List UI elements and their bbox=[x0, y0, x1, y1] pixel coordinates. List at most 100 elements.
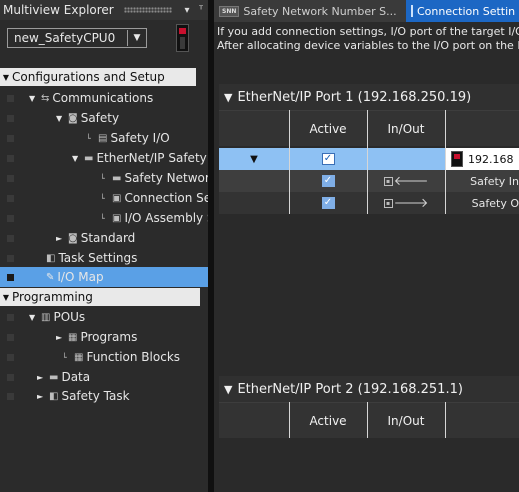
active-cell[interactable]: ✓ bbox=[289, 148, 367, 170]
row-gutter bbox=[7, 353, 14, 361]
row-gutter bbox=[7, 94, 14, 102]
tree-item-safety-network-number[interactable]: └ ▬ Safety Network N bbox=[0, 168, 208, 188]
name-cell[interactable]: Safety In bbox=[445, 170, 519, 192]
column-header-inout[interactable]: In/Out bbox=[367, 111, 445, 147]
snn-icon: SNN bbox=[219, 5, 240, 17]
tree-item-safety-io[interactable]: └ ▤ Safety I/O bbox=[0, 128, 208, 148]
row-gutter bbox=[7, 114, 14, 122]
row-gutter bbox=[7, 313, 14, 321]
tree-item-label: Standard bbox=[80, 231, 136, 245]
tab-connection-settings[interactable]: Connection Settin bbox=[406, 0, 519, 22]
section-configurations[interactable]: ▼ Configurations and Setup bbox=[0, 68, 196, 86]
inout-cell bbox=[367, 148, 445, 170]
name-cell[interactable]: Safety O bbox=[445, 192, 519, 214]
row-gutter bbox=[7, 333, 14, 341]
device-select[interactable]: new_SafetyCPU0 ▼ bbox=[7, 28, 147, 48]
port2-header[interactable]: ▼ EtherNet/IP Port 2 (192.168.251.1) bbox=[219, 376, 519, 402]
row-expander-icon[interactable]: ▼ bbox=[219, 148, 289, 170]
tree-item-ethernet-ip-safety[interactable]: ▼ ▬ EtherNet/IP Safety Co bbox=[0, 148, 208, 168]
row-gutter bbox=[7, 174, 14, 182]
row-gutter bbox=[7, 154, 14, 162]
active-cell[interactable]: ✓ bbox=[289, 170, 367, 192]
tree-item-label: Data bbox=[61, 370, 91, 384]
io-map-icon: ✎ bbox=[46, 271, 55, 283]
column-header-inout[interactable]: In/Out bbox=[367, 403, 445, 439]
active-checkbox[interactable]: ✓ bbox=[321, 153, 335, 165]
tree-item-label: Safety Task bbox=[61, 389, 130, 403]
active-cell[interactable]: ✓ bbox=[289, 192, 367, 214]
collapse-arrow-icon[interactable]: ▼ bbox=[224, 383, 232, 396]
tree-branch-glyph: └ bbox=[86, 133, 91, 143]
tree-item-label: POUs bbox=[53, 310, 86, 324]
tree-branch-glyph: └ bbox=[100, 193, 105, 203]
tree-item-pous[interactable]: ▼ ▥ POUs bbox=[0, 307, 208, 327]
tree-item-safety[interactable]: ▼ ◙ Safety bbox=[0, 108, 208, 128]
connection-icon bbox=[411, 5, 413, 17]
tree-item-label: Safety I/O bbox=[110, 131, 170, 145]
assembly-icon: ▣ bbox=[112, 212, 122, 224]
expand-arrow-icon[interactable]: ► bbox=[56, 333, 65, 342]
tree-item-data[interactable]: ► ▬ Data bbox=[0, 367, 208, 387]
tree-item-safety-task[interactable]: ► ◧ Safety Task bbox=[0, 386, 208, 406]
tree-item-label: Communications bbox=[52, 91, 154, 105]
port1-header[interactable]: ▼ EtherNet/IP Port 1 (192.168.250.19) bbox=[219, 84, 519, 110]
network-icon: ▬ bbox=[112, 172, 122, 184]
explorer-title-bar: Multiview Explorer ▾ ᵀ bbox=[0, 0, 208, 20]
grid-line bbox=[289, 110, 290, 214]
tree-item-label: I/O Map bbox=[57, 270, 104, 284]
table-row[interactable]: ✓ ▪ 🡐 Safety In bbox=[219, 170, 519, 192]
expand-arrow-icon[interactable]: ▼ bbox=[72, 154, 81, 163]
collapse-arrow-icon[interactable]: ▼ bbox=[224, 91, 232, 104]
editor-tab-strip: SNN Safety Network Number S... Connectio… bbox=[214, 0, 519, 22]
collapse-arrow-icon[interactable]: ▼ bbox=[0, 293, 12, 302]
tree-item-connection-settings[interactable]: └ ▣ Connection Settin bbox=[0, 188, 208, 208]
inout-cell: ▪ 🡒 bbox=[367, 192, 445, 214]
column-header-active[interactable]: Active bbox=[289, 403, 367, 439]
section-programming[interactable]: ▼ Programming bbox=[0, 288, 200, 306]
tab-safety-network-number[interactable]: SNN Safety Network Number S... bbox=[214, 0, 406, 22]
section-configurations-label: Configurations and Setup bbox=[12, 70, 165, 84]
port1-title: EtherNet/IP Port 1 (192.168.250.19) bbox=[237, 89, 472, 105]
expand-arrow-icon[interactable]: ► bbox=[56, 234, 65, 243]
section-programming-label: Programming bbox=[12, 290, 93, 304]
column-header-active[interactable]: Active bbox=[289, 111, 367, 147]
pin-icon[interactable]: ᵀ bbox=[194, 5, 208, 16]
expand-arrow-icon[interactable]: ► bbox=[37, 392, 46, 401]
tree-branch-glyph: └ bbox=[62, 352, 67, 362]
table-row[interactable]: ▼ ✓ 192.168 bbox=[219, 148, 519, 170]
chevron-down-icon[interactable]: ▼ bbox=[128, 33, 146, 43]
ethernet-ip-icon: ▬ bbox=[84, 152, 94, 164]
tree-item-communications[interactable]: ▼ ⇆ Communications bbox=[0, 88, 208, 108]
safety-icon: ◙ bbox=[68, 112, 78, 124]
tree-item-io-assembly[interactable]: └ ▣ I/O Assembly Set bbox=[0, 208, 208, 228]
tree-item-standard[interactable]: ► ◙ Standard bbox=[0, 228, 208, 248]
active-checkbox[interactable]: ✓ bbox=[321, 197, 335, 209]
expand-arrow-icon[interactable]: ▼ bbox=[56, 114, 65, 123]
expand-arrow-icon[interactable]: ▼ bbox=[29, 313, 38, 322]
tree-item-io-map[interactable]: ✎ I/O Map bbox=[0, 267, 208, 287]
row-gutter bbox=[7, 134, 14, 142]
tree-item-function-blocks[interactable]: └ ▦ Function Blocks bbox=[0, 347, 208, 367]
programs-icon: ▦ bbox=[68, 331, 78, 343]
inout-cell: ▪ 🡐 bbox=[367, 170, 445, 192]
tree-item-task-settings[interactable]: ◧ Task Settings bbox=[0, 248, 208, 268]
explorer-drag-grip[interactable] bbox=[123, 7, 172, 13]
tree-item-label: Connection Settin bbox=[124, 191, 208, 205]
connection-settings-editor: SNN Safety Network Number S... Connectio… bbox=[214, 0, 519, 492]
expand-arrow-icon[interactable]: ▼ bbox=[29, 94, 38, 103]
multiview-explorer: Multiview Explorer ▾ ᵀ new_SafetyCPU0 ▼ … bbox=[0, 0, 208, 492]
dropdown-arrow-icon[interactable]: ▾ bbox=[180, 5, 194, 16]
expand-arrow-icon[interactable]: ► bbox=[37, 373, 46, 382]
table-header-row: Active In/Out bbox=[219, 402, 519, 438]
table-row[interactable]: ✓ ▪ 🡒 Safety O bbox=[219, 192, 519, 214]
output-direction-icon: ▪ 🡒 bbox=[383, 195, 428, 211]
safety-cpu-icon bbox=[176, 24, 189, 52]
communications-icon: ⇆ bbox=[41, 92, 50, 104]
tree-item-programs[interactable]: ► ▦ Programs bbox=[0, 327, 208, 347]
description-line-2: After allocating device variables to the… bbox=[217, 39, 519, 52]
target-cell[interactable]: 192.168 bbox=[445, 148, 519, 170]
collapse-arrow-icon[interactable]: ▼ bbox=[0, 73, 12, 82]
active-checkbox[interactable]: ✓ bbox=[321, 175, 335, 187]
port2-title: EtherNet/IP Port 2 (192.168.251.1) bbox=[237, 381, 463, 397]
tree-branch-glyph: └ bbox=[100, 213, 105, 223]
